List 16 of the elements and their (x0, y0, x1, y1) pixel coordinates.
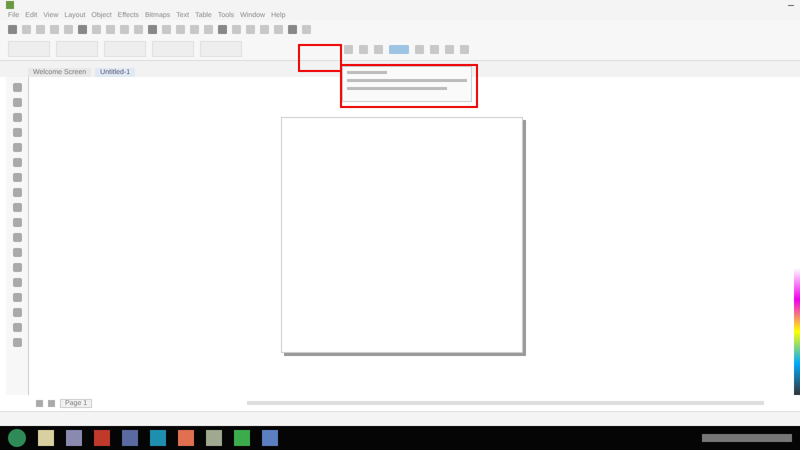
taskbar-app-icon[interactable] (122, 430, 138, 446)
property-icon[interactable] (389, 44, 409, 54)
taskbar-app-icon[interactable] (206, 430, 222, 446)
taskbar-app-icon[interactable] (150, 430, 166, 446)
app-icon (6, 1, 14, 9)
taskbar-app-icon[interactable] (178, 430, 194, 446)
taskbar-app-icon[interactable] (262, 430, 278, 446)
start-button[interactable] (8, 429, 26, 447)
taskbar-app-icon[interactable] (234, 430, 250, 446)
taskbar-app-icon[interactable] (66, 430, 82, 446)
page-previous-icon[interactable] (48, 400, 55, 406)
taskbar-app-icon[interactable] (94, 430, 110, 446)
page-first-icon[interactable] (36, 400, 43, 406)
taskbar-app-icon[interactable] (38, 430, 54, 446)
minimize-icon[interactable] (788, 4, 794, 6)
system-tray-icon[interactable] (702, 434, 792, 442)
